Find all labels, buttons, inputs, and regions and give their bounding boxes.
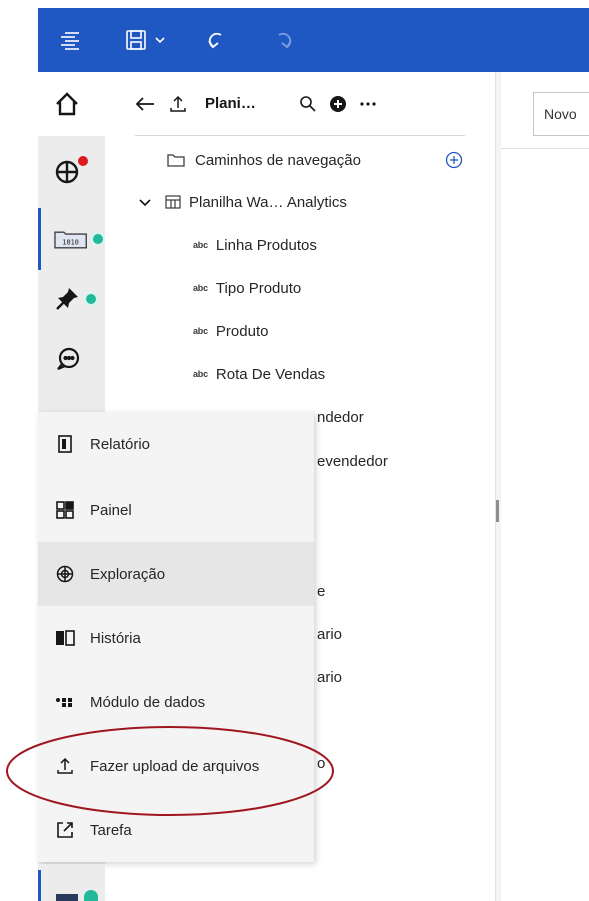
new-tab[interactable]: Novo [533,92,589,136]
overflow-menu-icon[interactable] [359,89,377,119]
search-icon[interactable] [299,89,317,119]
divider [501,148,589,149]
menu-item-data-module[interactable]: Módulo de dados [38,670,314,734]
column-label: Tipo Produto [215,279,302,297]
undo-icon[interactable] [200,8,234,72]
dashboard-icon [54,499,76,521]
menu-item-job[interactable]: Tarefa [38,798,314,862]
svg-text:1010: 1010 [62,238,78,246]
exploration-icon [54,563,76,585]
menu-item-label: Fazer upload de arquivos [90,757,260,775]
menu-item-label: Relatório [90,435,151,453]
menu-item-label: Exploração [90,565,166,583]
menu-item-label: Módulo de dados [90,693,206,711]
tree-column[interactable]: abc Produto [193,316,268,346]
status-dot [84,292,98,306]
rail-chat[interactable] [38,328,105,390]
menu-item-label: Painel [90,501,132,519]
job-icon [54,819,76,841]
menu-item-label: Tarefa [90,821,132,839]
text-type-icon: abc [193,326,208,336]
add-nav-path-icon[interactable] [445,151,463,174]
text-type-icon: abc [193,240,208,250]
rail-bottom [38,864,105,901]
pin-icon [56,288,78,310]
data-module-icon [54,691,76,713]
status-dot [84,890,98,901]
text-type-icon: abc [193,369,208,379]
nav-paths-label: Caminhos de navegação [195,151,361,169]
tree-column-partial[interactable]: e [317,576,325,606]
tree-column[interactable]: abc Tipo Produto [193,273,301,303]
upload-icon [54,755,76,777]
create-menu: Relatório Painel Exploração História Mód… [38,412,314,862]
data-module-icon: 1010 [54,231,87,249]
tree-column-partial[interactable]: ario [317,619,342,649]
chevron-down-icon[interactable] [152,8,168,72]
menu-item-label: História [90,629,141,647]
status-dot [91,232,105,246]
upload-icon[interactable] [169,89,187,119]
notification-dot [78,156,88,166]
tree-sheet[interactable]: Planilha Wa… Analytics [139,187,347,217]
table-icon [165,195,181,209]
tree-column-partial[interactable]: ndedor [317,402,364,432]
home-icon [56,92,78,116]
menu-item-report[interactable]: Relatório [38,412,314,476]
tree-column[interactable]: abc Rota De Vendas [193,359,325,389]
report-icon [54,433,76,455]
sheet-label: Planilha Wa… Analytics [189,193,347,211]
canvas-area: Novo [501,72,589,901]
menu-item-dashboard[interactable]: Painel [38,478,314,542]
tree-column-partial[interactable]: ario [317,662,342,692]
menu-icon[interactable] [52,8,88,72]
top-toolbar [38,8,589,72]
menu-item-story[interactable]: História [38,606,314,670]
active-indicator [38,870,41,901]
chevron-down-icon [139,199,151,207]
menu-item-upload-files[interactable]: Fazer upload de arquivos [38,734,314,798]
rail-data[interactable]: 1010 [38,208,105,270]
folder-icon [167,154,185,167]
chat-icon [57,347,80,371]
rail-item-icon [56,894,78,901]
add-icon[interactable] [329,89,347,119]
back-arrow-icon[interactable] [135,89,155,119]
column-label: Linha Produtos [215,236,317,254]
splitter-grip[interactable] [496,500,499,522]
tree-column-partial[interactable]: evendedor [317,446,388,476]
column-label: Rota De Vendas [215,365,326,383]
menu-item-exploration[interactable]: Exploração [38,542,314,606]
panel-title: Plani… [205,95,256,112]
panel-header: Plani… [135,72,465,136]
column-label: Produto [215,322,269,340]
text-type-icon: abc [193,283,208,293]
story-icon [54,627,76,649]
rail-exploration[interactable] [38,140,105,202]
tree-column-partial[interactable]: o [317,748,325,778]
tree-nav-paths[interactable]: Caminhos de navegação [167,145,361,175]
save-icon[interactable] [120,8,152,72]
redo-icon[interactable] [266,8,300,72]
rail-pins[interactable] [38,268,105,330]
rail-home[interactable] [38,72,105,136]
tree-column[interactable]: abc Linha Produtos [193,230,317,260]
